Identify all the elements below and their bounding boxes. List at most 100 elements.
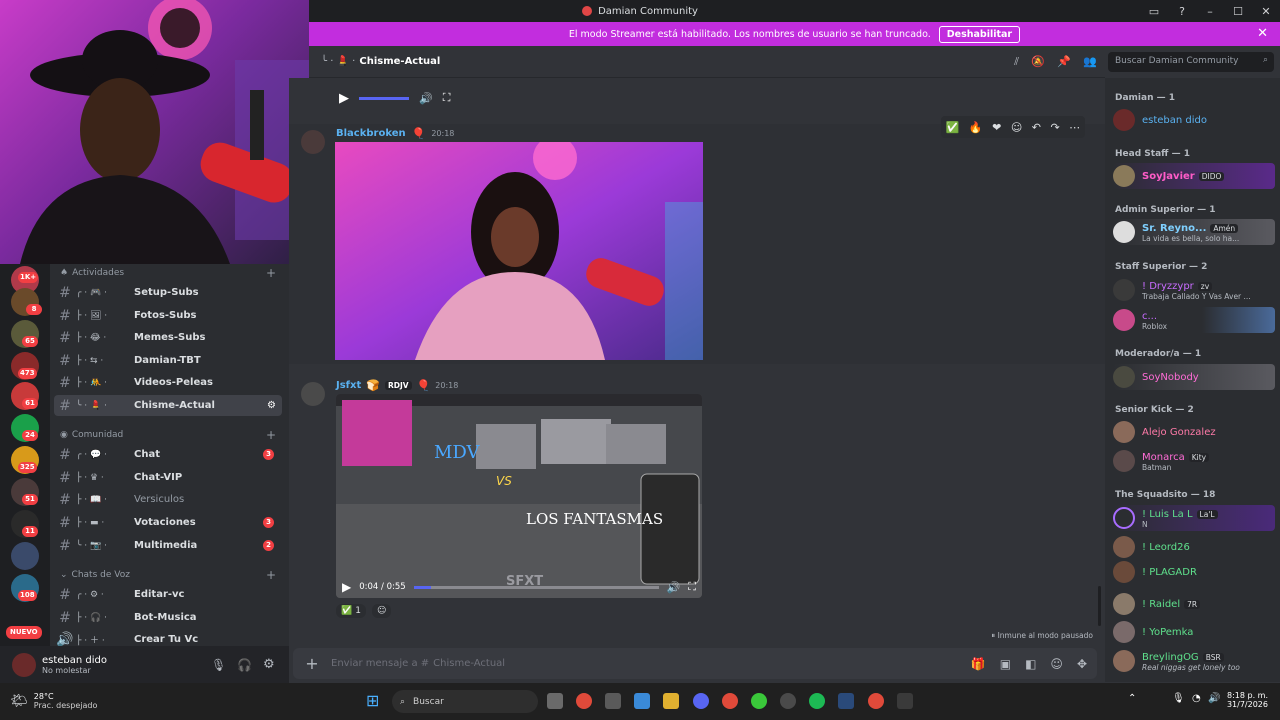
chevron-up-icon[interactable]: ⌃ <box>1128 693 1136 704</box>
sticker-icon[interactable]: ◧ <box>1025 657 1036 671</box>
threads-icon[interactable]: ⫽ <box>1014 55 1019 69</box>
channel-fotos-subs[interactable]: # ├ · 🖼 · Fotos-Subs <box>54 305 282 326</box>
steam-icon[interactable] <box>838 693 854 709</box>
add-channel-icon[interactable]: + <box>266 428 276 442</box>
add-reaction-icon[interactable]: ☺ <box>1011 121 1022 134</box>
headphones-icon[interactable]: 🎧 <box>237 658 263 672</box>
app-icon[interactable] <box>897 693 913 709</box>
microphone-icon[interactable]: 🎙 <box>211 658 237 672</box>
gear-icon[interactable]: ⚙ <box>263 657 289 672</box>
member-item[interactable]: SoyJavier DIDO <box>1113 163 1275 189</box>
app-icon[interactable] <box>634 693 650 709</box>
video-progress-bar[interactable] <box>413 585 659 589</box>
add-reaction-button[interactable]: ☺ <box>371 604 392 618</box>
channel-versiculos[interactable]: # ├ · 📖 · Versiculos <box>54 489 282 510</box>
close-button[interactable]: ✕ <box>1252 5 1280 18</box>
message-author[interactable]: Jsfxt <box>336 380 361 391</box>
volume-icon[interactable]: 🔊 <box>1208 693 1220 704</box>
channel-chisme-actual[interactable]: # ╰ · 💄 · Chisme-Actual ⚙ <box>54 395 282 416</box>
chrome-icon[interactable] <box>868 693 884 709</box>
more-options-icon[interactable]: ⋯ <box>1069 121 1080 134</box>
volume-slider[interactable] <box>359 96 409 100</box>
channel-damian-tbt[interactable]: # ├ · ⇆ · Damian-TBT <box>54 350 282 371</box>
member-item[interactable]: Monarca Kity Batman <box>1113 448 1275 474</box>
member-item[interactable]: c... Roblox <box>1113 307 1275 333</box>
member-item[interactable]: BreylingOG BSR Real niggas get lonely too <box>1113 648 1275 674</box>
close-banner-icon[interactable]: ✕ <box>1257 26 1268 41</box>
member-item[interactable]: ! PLAGADR <box>1113 559 1275 585</box>
weather-widget[interactable]: 🌤 28°C Prac. despejado <box>10 692 97 710</box>
members-icon[interactable]: 👥 <box>1083 55 1097 68</box>
member-item[interactable]: ! Leord26 <box>1113 534 1275 560</box>
channel-votaciones[interactable]: # ├ · ▬ · Votaciones 3 <box>54 512 282 533</box>
member-item[interactable]: ! Luis La L La'L N <box>1113 505 1275 531</box>
member-item[interactable]: SoyNobody <box>1113 364 1275 390</box>
discord-icon[interactable] <box>693 693 709 709</box>
channel-setup-subs[interactable]: # ╭ · 🎮 · Setup-Subs <box>54 282 282 303</box>
taskbar-search[interactable]: ⌕ Buscar <box>392 690 538 713</box>
disable-streamer-button[interactable]: Deshabilitar <box>938 25 1021 43</box>
gif-icon[interactable]: ▣ <box>1000 657 1011 671</box>
member-item[interactable]: esteban dido <box>1113 107 1275 133</box>
help-icon[interactable]: ? <box>1168 5 1196 18</box>
search-input[interactable]: Buscar Damian Community ⌕ <box>1108 52 1274 72</box>
member-item[interactable]: ! Raidel 7R <box>1113 591 1275 617</box>
channel-chat[interactable]: # ╭ · 💬 · Chat 3 <box>54 444 282 465</box>
spotify-icon[interactable] <box>809 693 825 709</box>
play-icon[interactable]: ▶ <box>339 91 349 106</box>
inbox-icon[interactable]: ▭ <box>1140 5 1168 18</box>
add-channel-icon[interactable]: + <box>266 266 276 280</box>
apps-icon[interactable]: ✥ <box>1077 657 1087 671</box>
avatar[interactable] <box>12 652 36 677</box>
file-explorer-icon[interactable] <box>663 693 679 709</box>
chrome-icon[interactable] <box>576 693 592 709</box>
message-author[interactable]: Blackbroken <box>336 128 406 139</box>
fullscreen-icon[interactable]: ⛶ <box>443 91 451 105</box>
network-icon[interactable]: ◔ <box>1192 693 1201 704</box>
mute-icon[interactable]: 🔕 <box>1031 55 1045 68</box>
windows-start-icon[interactable]: ⊞ <box>366 691 379 710</box>
forward-icon[interactable]: ↷ <box>1050 121 1059 134</box>
channel-bot-musica[interactable]: # ├ · 🎧 · Bot-Musica <box>54 607 282 628</box>
maximize-button[interactable]: ☐ <box>1224 5 1252 18</box>
app-icon[interactable] <box>780 693 796 709</box>
task-view-icon[interactable] <box>547 693 563 709</box>
app-icon[interactable] <box>605 693 621 709</box>
minimize-button[interactable]: – <box>1196 5 1224 18</box>
channel-videos-peleas[interactable]: # ├ · 🤼 · Videos-Peleas <box>54 372 282 393</box>
gift-icon[interactable]: 🎁 <box>971 657 986 671</box>
play-icon[interactable]: ▶ <box>342 580 351 594</box>
category-voz[interactable]: ⌄ Chats de Voz + <box>60 568 276 582</box>
check-reaction-icon[interactable]: ✅ <box>946 121 960 134</box>
member-item[interactable]: ! YoPemka <box>1113 619 1275 645</box>
volume-icon[interactable]: 🔊 <box>419 92 433 105</box>
add-channel-icon[interactable]: + <box>266 568 276 582</box>
clock[interactable]: 8:18 p. m. 31/7/2026 <box>1226 691 1268 709</box>
avatar[interactable] <box>301 382 325 406</box>
settings-gear-icon[interactable]: ⚙ <box>267 400 276 411</box>
channel-chat-vip[interactable]: # ├ · ♛ · Chat-VIP <box>54 467 282 488</box>
video-attachment[interactable]: MDV VS LOS FANTASMAS SFXT ▶ 0:04 / 0:55 … <box>336 394 702 598</box>
pin-icon[interactable]: 📌 <box>1057 55 1071 68</box>
image-attachment[interactable] <box>335 142 703 360</box>
member-item[interactable]: Sr. Reyno... Amén La vida es bella, solo h… <box>1113 219 1275 245</box>
volume-icon[interactable]: 🔊 <box>667 581 681 594</box>
member-item[interactable]: Alejo Gonzalez <box>1113 419 1275 445</box>
member-item[interactable]: ! Dryzzypr zv Trabaja Callado Y Vas Aver .… <box>1113 277 1275 303</box>
channel-multimedia[interactable]: # ╰ · 📷 · Multimedia 2 <box>54 535 282 556</box>
message-composer[interactable]: + Enviar mensaje a # Chisme-Actual 🎁 ▣ ◧… <box>293 648 1097 679</box>
microphone-icon[interactable]: 🎙 <box>1172 693 1185 704</box>
category-comunidad[interactable]: ◉ Comunidad + <box>60 428 276 442</box>
app-icon[interactable] <box>751 693 767 709</box>
fire-reaction-icon[interactable]: 🔥 <box>969 121 983 134</box>
chrome-icon[interactable] <box>722 693 738 709</box>
reaction-check[interactable]: ✅ 1 <box>336 604 366 618</box>
category-actividades[interactable]: ♠ Actividades + <box>60 266 276 280</box>
channel-memes-subs[interactable]: # ├ · 😂 · Memes-Subs <box>54 327 282 348</box>
emoji-icon[interactable]: ☺ <box>1050 657 1063 671</box>
reply-icon[interactable]: ↶ <box>1032 121 1041 134</box>
channel-editar-vc[interactable]: # ╭ · ⚙ · Editar-vc <box>54 584 282 605</box>
scrollbar[interactable] <box>1098 586 1101 626</box>
add-attachment-icon[interactable]: + <box>293 654 331 673</box>
fullscreen-icon[interactable]: ⛶ <box>688 580 696 594</box>
